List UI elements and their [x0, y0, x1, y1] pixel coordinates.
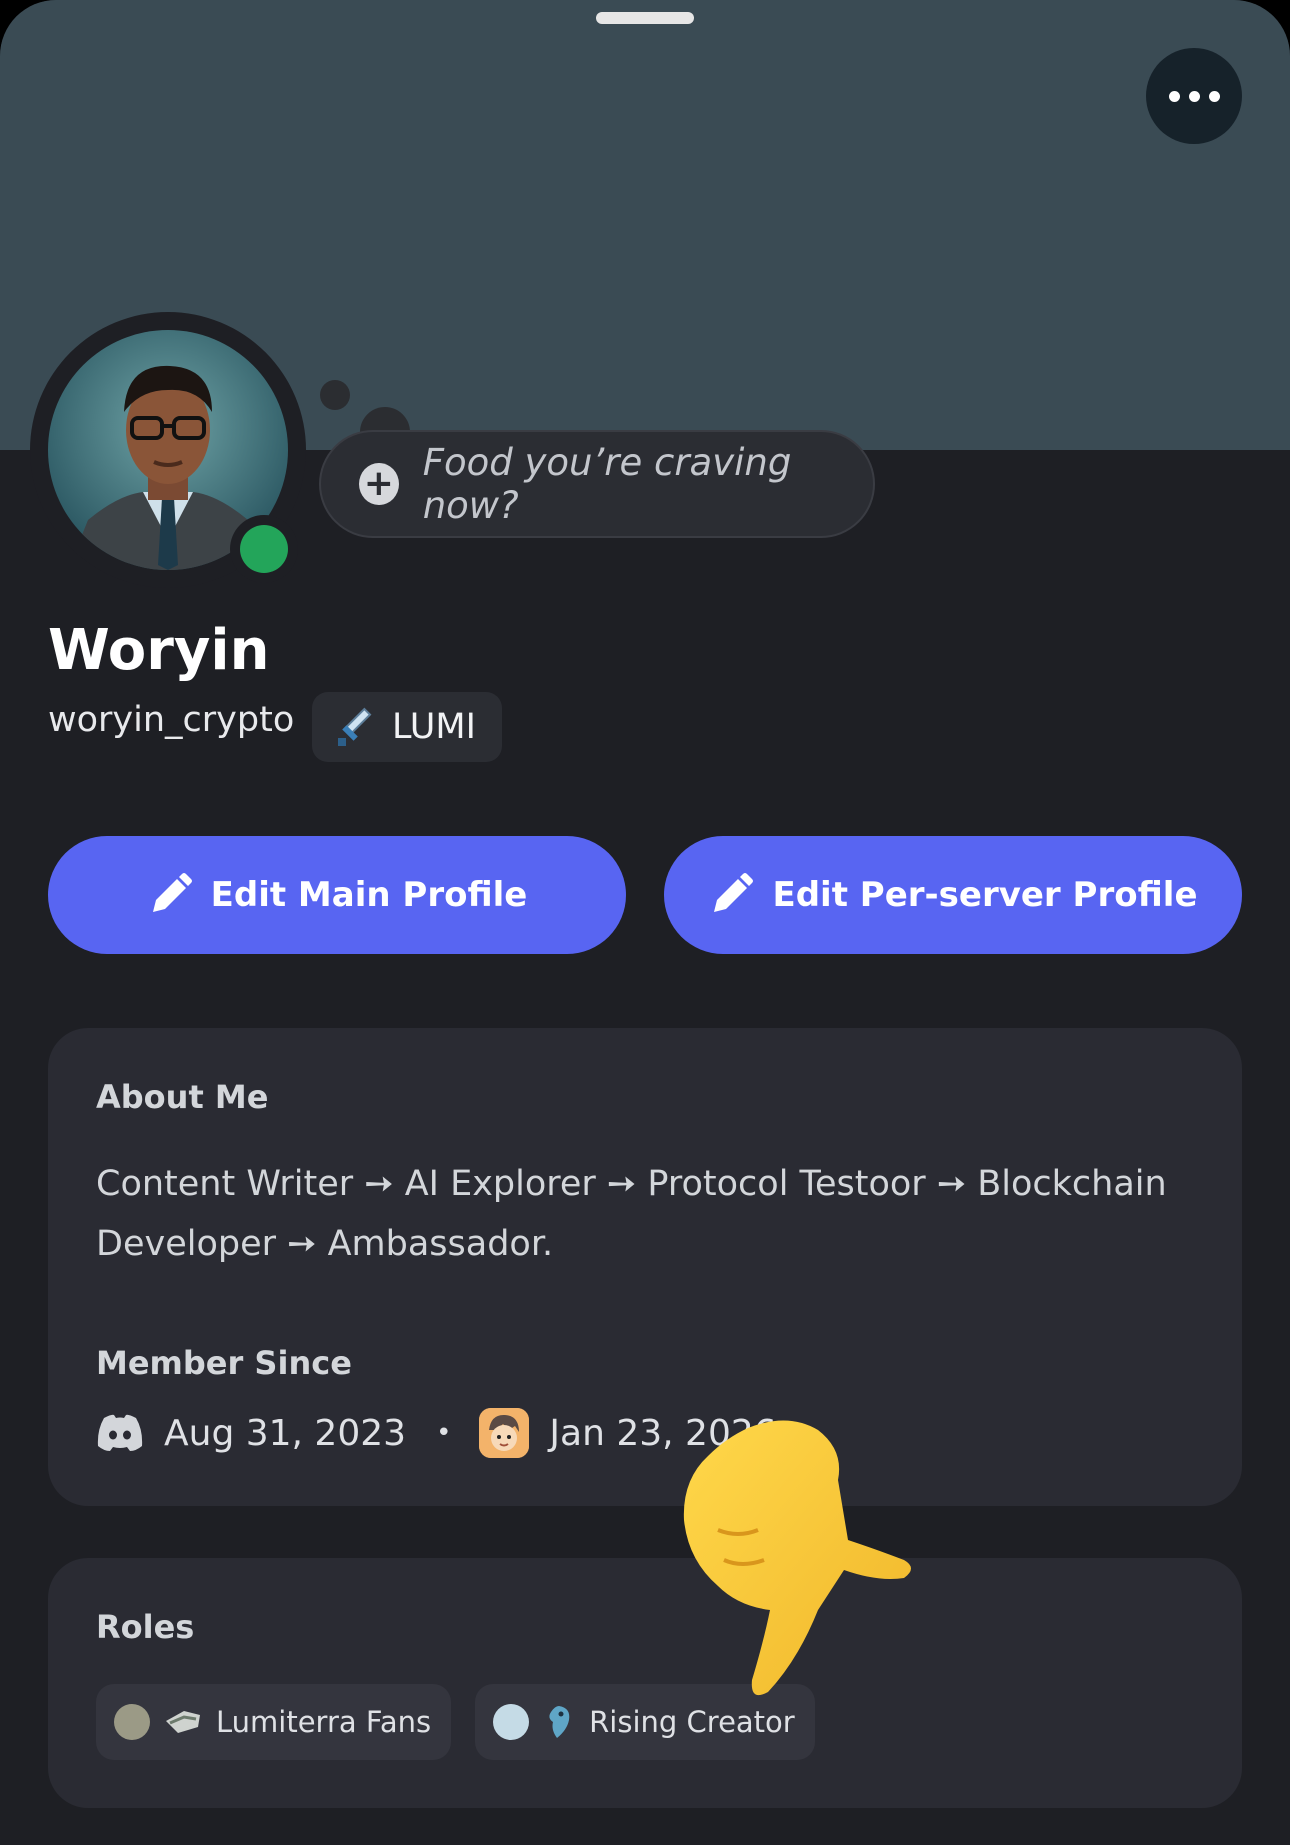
more-options-button[interactable] [1146, 48, 1242, 144]
pencil-icon [714, 873, 754, 912]
edit-per-server-profile-label: Edit Per-server Profile [772, 875, 1198, 915]
online-status-indicator [240, 525, 288, 573]
dot-icon [1168, 90, 1180, 102]
edit-per-server-profile-button[interactable]: Edit Per-server Profile [664, 836, 1242, 954]
pointing-hand-icon [683, 1420, 911, 1696]
roles-card: Roles Lumiterra Fans Rising Creator [48, 1558, 1242, 1808]
role-label: Rising Creator [589, 1705, 795, 1739]
dot-icon [1188, 90, 1200, 102]
role-lumiterra-fans[interactable]: Lumiterra Fans [96, 1684, 452, 1760]
role-label: Lumiterra Fans [216, 1705, 432, 1739]
custom-status-bubble[interactable]: + Food you’re craving now? [319, 430, 875, 538]
discord-join-date: Aug 31, 2023 [164, 1412, 407, 1454]
server-tag-label: LUMI [392, 707, 476, 747]
discord-logo-icon [97, 1414, 143, 1451]
server-tag[interactable]: LUMI [312, 692, 502, 762]
display-name: Woryin [48, 618, 270, 683]
about-card: About Me Content Writer ➙ AI Explorer ➙ … [48, 1028, 1242, 1506]
role-color-dot [493, 1704, 530, 1740]
thought-bubble-dot [320, 380, 350, 410]
date-separator: • [436, 1418, 452, 1448]
pickaxe-icon [166, 1711, 200, 1733]
pencil-icon [152, 873, 192, 912]
username: woryin_crypto [48, 700, 295, 740]
role-color-dot [114, 1704, 150, 1740]
add-icon: + [359, 463, 399, 505]
member-since-heading: Member Since [96, 1344, 352, 1382]
server-icon [479, 1408, 530, 1458]
dragon-icon [549, 1706, 570, 1738]
sword-icon [338, 707, 372, 746]
custom-status-placeholder: Food you’re craving now? [422, 441, 792, 527]
dot-icon [1208, 90, 1220, 102]
about-me-heading: About Me [96, 1078, 269, 1116]
sheet-grabber[interactable] [596, 12, 694, 24]
edit-main-profile-label: Edit Main Profile [210, 875, 528, 915]
about-me-text: Content Writer ➙ AI Explorer ➙ Protocol … [96, 1164, 1167, 1264]
roles-heading: Roles [96, 1608, 195, 1646]
profile-sheet: + Food you’re craving now? Woryin woryin… [0, 0, 1290, 1845]
edit-main-profile-button[interactable]: Edit Main Profile [48, 836, 626, 954]
